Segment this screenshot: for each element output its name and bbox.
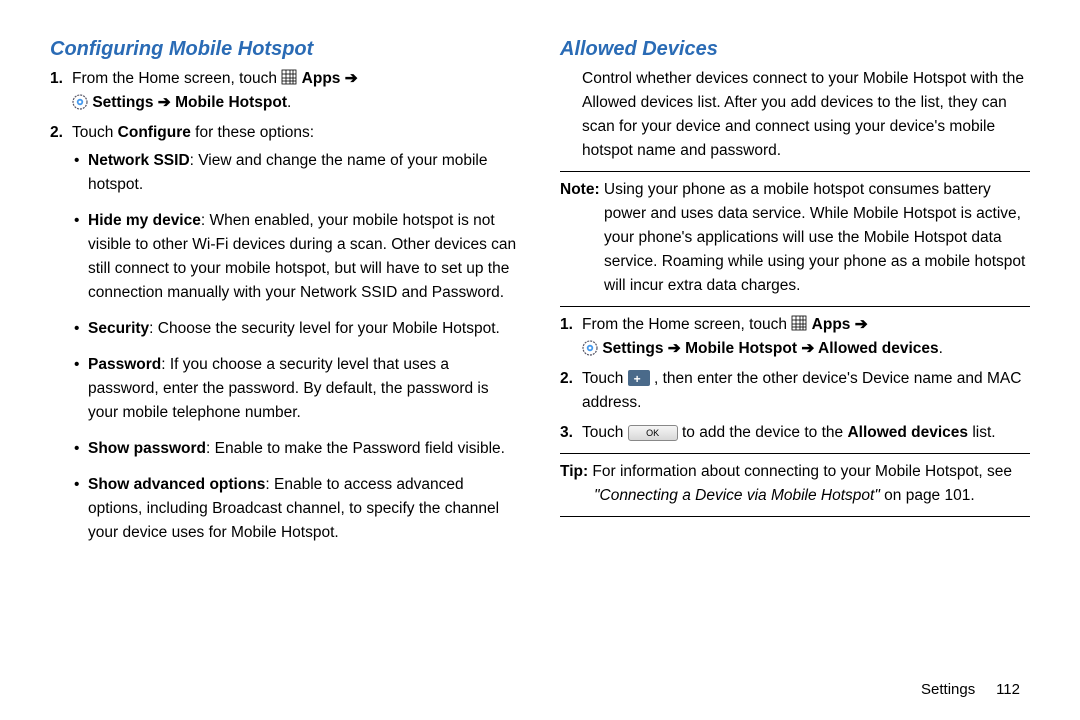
divider [560,516,1030,517]
option-label: Show advanced options [88,476,265,493]
page-footer: Settings 112 [921,681,1020,698]
configure-label: Configure [118,124,191,141]
note-text: Using your phone as a mobile hotspot con… [600,181,1026,294]
arrow-icon: ➔ [668,340,685,357]
page-number: 112 [996,681,1020,698]
option-label: Password [88,356,161,373]
option-show-advanced: Show advanced options: Enable to access … [88,473,520,545]
left-column: Configuring Mobile Hotspot From the Home… [50,38,520,700]
arrow-icon: ➔ [855,316,868,333]
apps-grid-icon [791,315,807,331]
heading-configuring: Configuring Mobile Hotspot [50,38,520,61]
tip-text: on page 101. [880,487,975,504]
section-name: Settings [921,681,975,698]
text: From the Home screen, touch [582,316,791,333]
option-label: Security [88,320,149,337]
text: From the Home screen, touch [72,70,281,87]
gear-icon [72,94,88,110]
left-step-2: Touch Configure for these options: Netwo… [72,121,520,545]
right-step-3: Touch OK to add the device to the Allowe… [582,421,1030,445]
settings-label: Settings [92,94,153,111]
option-desc: : Enable to make the Password field visi… [206,440,505,457]
text: for these options: [191,124,314,141]
option-label: Network SSID [88,152,190,169]
mobile-hotspot-label: Mobile Hotspot [175,94,287,111]
option-label: Hide my device [88,212,201,229]
text: Touch [582,370,628,387]
gear-icon [582,340,598,356]
tip-text: For information about connecting to your… [588,463,1012,480]
apps-label: Apps [812,316,851,333]
tip-reference: "Connecting a Device via Mobile Hotspot" [594,487,880,504]
text: Touch [72,124,118,141]
allowed-devices-label: Allowed devices [847,424,968,441]
settings-label: Settings [602,340,663,357]
option-password: Password: If you choose a security level… [88,353,520,425]
note-label: Note: [560,181,600,198]
option-label: Show password [88,440,206,457]
allowed-devices-label: Allowed devices [818,340,939,357]
options-list: Network SSID: View and change the name o… [72,149,520,545]
tip-label: Tip: [560,463,588,480]
tip-block: Tip: For information about connecting to… [560,460,1030,508]
ok-button-graphic: OK [628,425,678,441]
text: Touch [582,424,628,441]
mobile-hotspot-label: Mobile Hotspot [685,340,797,357]
divider [560,171,1030,172]
intro-paragraph: Control whether devices connect to your … [560,67,1030,163]
apps-grid-icon [281,69,297,85]
right-steps: From the Home screen, touch Apps ➔ [560,313,1030,445]
option-hide-device: Hide my device: When enabled, your mobil… [88,209,520,305]
right-column: Allowed Devices Control whether devices … [560,38,1030,700]
text: list. [968,424,996,441]
arrow-icon: ➔ [801,340,818,357]
option-network-ssid: Network SSID: View and change the name o… [88,149,520,197]
arrow-icon: ➔ [158,94,175,111]
divider [560,453,1030,454]
arrow-icon: ➔ [345,70,358,87]
apps-label: Apps [302,70,341,87]
left-step-1: From the Home screen, touch Apps ➔ [72,67,520,115]
note-block: Note: Using your phone as a mobile hotsp… [560,178,1030,298]
option-desc: : Choose the security level for your Mob… [149,320,500,337]
text: to add the device to the [682,424,847,441]
add-icon [628,370,650,386]
option-show-password: Show password: Enable to make the Passwo… [88,437,520,461]
right-step-2: Touch , then enter the other device's De… [582,367,1030,415]
heading-allowed-devices: Allowed Devices [560,38,1030,61]
left-steps: From the Home screen, touch Apps ➔ [50,67,520,545]
option-security: Security: Choose the security level for … [88,317,520,341]
right-step-1: From the Home screen, touch Apps ➔ [582,313,1030,361]
divider [560,306,1030,307]
